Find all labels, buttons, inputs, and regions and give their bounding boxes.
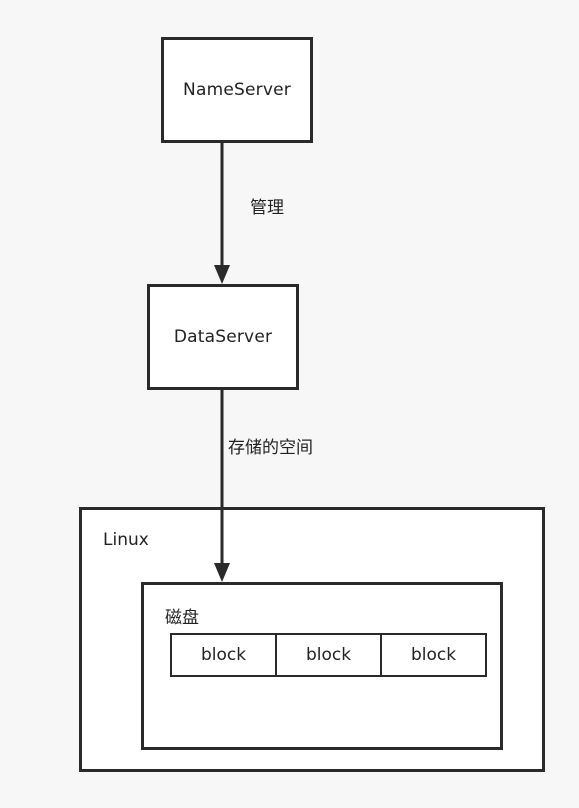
nameserver-label: NameServer (183, 80, 291, 100)
manage-arrow (214, 143, 230, 284)
block-cell: block (277, 635, 382, 675)
disk-label: 磁盘 (165, 608, 199, 628)
manage-label: 管理 (250, 198, 284, 218)
storage-space-label: 存储的空间 (228, 438, 313, 458)
block-cell: block (172, 635, 277, 675)
dataserver-node: DataServer (147, 284, 299, 390)
dataserver-label: DataServer (173, 327, 273, 347)
nameserver-node: NameServer (161, 37, 313, 143)
block-cell: block (410, 645, 457, 665)
diagram-canvas: NameServer 管理 DataServer Linux 磁盘 block … (0, 0, 579, 808)
block-row: block block block (170, 633, 487, 677)
linux-label: Linux (103, 530, 149, 550)
